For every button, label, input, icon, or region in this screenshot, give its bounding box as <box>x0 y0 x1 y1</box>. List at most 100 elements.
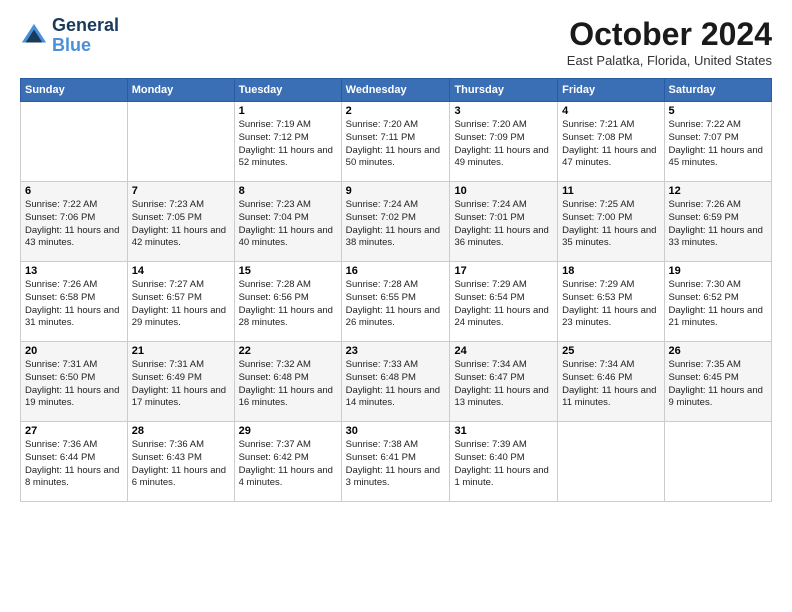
day-number: 14 <box>132 265 230 277</box>
calendar-cell: 13Sunrise: 7:26 AM Sunset: 6:58 PM Dayli… <box>21 262 128 342</box>
day-info: Sunrise: 7:38 AM Sunset: 6:41 PM Dayligh… <box>346 439 446 490</box>
calendar-cell: 29Sunrise: 7:37 AM Sunset: 6:42 PM Dayli… <box>234 422 341 502</box>
day-number: 17 <box>454 265 553 277</box>
day-info: Sunrise: 7:31 AM Sunset: 6:50 PM Dayligh… <box>25 359 123 410</box>
day-number: 6 <box>25 185 123 197</box>
calendar-cell: 2Sunrise: 7:20 AM Sunset: 7:11 PM Daylig… <box>341 102 450 182</box>
day-info: Sunrise: 7:23 AM Sunset: 7:05 PM Dayligh… <box>132 199 230 250</box>
calendar-week-1: 1 Sunrise: 7:19 AM Sunset: 7:12 PM Daylig… <box>21 102 772 182</box>
calendar-cell: 14 Sunrise: 7:27 AM Sunset: 6:57 PM Dayli… <box>127 262 234 342</box>
calendar-cell: 19Sunrise: 7:30 AM Sunset: 6:52 PM Dayli… <box>664 262 771 342</box>
day-number: 10 <box>454 185 553 197</box>
calendar-cell: 22 Sunrise: 7:32 AM Sunset: 6:48 PM Dayli… <box>234 342 341 422</box>
calendar-cell: 25 Sunrise: 7:34 AM Sunset: 6:46 PM Dayli… <box>558 342 664 422</box>
day-number: 22 <box>239 345 337 357</box>
day-info: Sunrise: 7:32 AM Sunset: 6:48 PM Dayligh… <box>239 359 337 410</box>
logo-icon <box>20 22 48 50</box>
day-info: Sunrise: 7:34 AM Sunset: 6:46 PM Dayligh… <box>562 359 659 410</box>
logo-line1: General <box>52 15 119 35</box>
day-info: Sunrise: 7:24 AM Sunset: 7:02 PM Dayligh… <box>346 199 446 250</box>
weekday-header-wednesday: Wednesday <box>341 79 450 102</box>
page: General Blue October 2024 East Palatka, … <box>0 0 792 612</box>
weekday-header-tuesday: Tuesday <box>234 79 341 102</box>
day-info: Sunrise: 7:29 AM Sunset: 6:53 PM Dayligh… <box>562 279 659 330</box>
day-number: 29 <box>239 425 337 437</box>
day-number: 15 <box>239 265 337 277</box>
day-info: Sunrise: 7:20 AM Sunset: 7:11 PM Dayligh… <box>346 119 446 170</box>
calendar-cell: 3 Sunrise: 7:20 AM Sunset: 7:09 PM Daylig… <box>450 102 558 182</box>
weekday-header-thursday: Thursday <box>450 79 558 102</box>
day-info: Sunrise: 7:24 AM Sunset: 7:01 PM Dayligh… <box>454 199 553 250</box>
logo-line2: Blue <box>52 36 119 56</box>
day-info: Sunrise: 7:23 AM Sunset: 7:04 PM Dayligh… <box>239 199 337 250</box>
calendar-cell: 24 Sunrise: 7:34 AM Sunset: 6:47 PM Dayli… <box>450 342 558 422</box>
calendar-header-row: SundayMondayTuesdayWednesdayThursdayFrid… <box>21 79 772 102</box>
day-info: Sunrise: 7:22 AM Sunset: 7:07 PM Dayligh… <box>669 119 767 170</box>
calendar-cell: 30 Sunrise: 7:38 AM Sunset: 6:41 PM Dayli… <box>341 422 450 502</box>
day-number: 5 <box>669 105 767 117</box>
calendar-cell: 20Sunrise: 7:31 AM Sunset: 6:50 PM Dayli… <box>21 342 128 422</box>
day-info: Sunrise: 7:26 AM Sunset: 6:58 PM Dayligh… <box>25 279 123 330</box>
calendar-cell: 27Sunrise: 7:36 AM Sunset: 6:44 PM Dayli… <box>21 422 128 502</box>
calendar-cell: 23 Sunrise: 7:33 AM Sunset: 6:48 PM Dayli… <box>341 342 450 422</box>
day-info: Sunrise: 7:22 AM Sunset: 7:06 PM Dayligh… <box>25 199 123 250</box>
day-info: Sunrise: 7:33 AM Sunset: 6:48 PM Dayligh… <box>346 359 446 410</box>
day-number: 1 <box>239 105 337 117</box>
logo-text: General Blue <box>52 16 119 56</box>
calendar-cell: 8 Sunrise: 7:23 AM Sunset: 7:04 PM Daylig… <box>234 182 341 262</box>
calendar-cell: 12 Sunrise: 7:26 AM Sunset: 6:59 PM Dayli… <box>664 182 771 262</box>
calendar-week-4: 20Sunrise: 7:31 AM Sunset: 6:50 PM Dayli… <box>21 342 772 422</box>
day-number: 30 <box>346 425 446 437</box>
day-info: Sunrise: 7:26 AM Sunset: 6:59 PM Dayligh… <box>669 199 767 250</box>
weekday-header-monday: Monday <box>127 79 234 102</box>
day-info: Sunrise: 7:28 AM Sunset: 6:56 PM Dayligh… <box>239 279 337 330</box>
day-number: 9 <box>346 185 446 197</box>
day-number: 16 <box>346 265 446 277</box>
month-title: October 2024 <box>567 16 772 53</box>
calendar-cell <box>127 102 234 182</box>
day-info: Sunrise: 7:28 AM Sunset: 6:55 PM Dayligh… <box>346 279 446 330</box>
day-number: 8 <box>239 185 337 197</box>
weekday-header-sunday: Sunday <box>21 79 128 102</box>
day-info: Sunrise: 7:39 AM Sunset: 6:40 PM Dayligh… <box>454 439 553 490</box>
calendar-cell: 18 Sunrise: 7:29 AM Sunset: 6:53 PM Dayli… <box>558 262 664 342</box>
calendar-cell: 6 Sunrise: 7:22 AM Sunset: 7:06 PM Daylig… <box>21 182 128 262</box>
day-info: Sunrise: 7:25 AM Sunset: 7:00 PM Dayligh… <box>562 199 659 250</box>
calendar-cell: 7Sunrise: 7:23 AM Sunset: 7:05 PM Daylig… <box>127 182 234 262</box>
calendar-cell <box>21 102 128 182</box>
day-info: Sunrise: 7:21 AM Sunset: 7:08 PM Dayligh… <box>562 119 659 170</box>
day-number: 28 <box>132 425 230 437</box>
location: East Palatka, Florida, United States <box>567 53 772 68</box>
day-info: Sunrise: 7:35 AM Sunset: 6:45 PM Dayligh… <box>669 359 767 410</box>
logo: General Blue <box>20 16 119 56</box>
day-number: 12 <box>669 185 767 197</box>
day-info: Sunrise: 7:34 AM Sunset: 6:47 PM Dayligh… <box>454 359 553 410</box>
calendar-week-3: 13Sunrise: 7:26 AM Sunset: 6:58 PM Dayli… <box>21 262 772 342</box>
day-info: Sunrise: 7:36 AM Sunset: 6:43 PM Dayligh… <box>132 439 230 490</box>
weekday-header-friday: Friday <box>558 79 664 102</box>
day-info: Sunrise: 7:20 AM Sunset: 7:09 PM Dayligh… <box>454 119 553 170</box>
calendar-cell: 31Sunrise: 7:39 AM Sunset: 6:40 PM Dayli… <box>450 422 558 502</box>
day-number: 24 <box>454 345 553 357</box>
calendar-table: SundayMondayTuesdayWednesdayThursdayFrid… <box>20 78 772 502</box>
calendar-cell: 26 Sunrise: 7:35 AM Sunset: 6:45 PM Dayli… <box>664 342 771 422</box>
calendar-cell: 5 Sunrise: 7:22 AM Sunset: 7:07 PM Daylig… <box>664 102 771 182</box>
day-info: Sunrise: 7:31 AM Sunset: 6:49 PM Dayligh… <box>132 359 230 410</box>
calendar-cell: 4Sunrise: 7:21 AM Sunset: 7:08 PM Daylig… <box>558 102 664 182</box>
day-number: 11 <box>562 185 659 197</box>
calendar-cell: 17 Sunrise: 7:29 AM Sunset: 6:54 PM Dayli… <box>450 262 558 342</box>
day-info: Sunrise: 7:19 AM Sunset: 7:12 PM Dayligh… <box>239 119 337 170</box>
day-number: 21 <box>132 345 230 357</box>
day-info: Sunrise: 7:29 AM Sunset: 6:54 PM Dayligh… <box>454 279 553 330</box>
calendar-cell: 15 Sunrise: 7:28 AM Sunset: 6:56 PM Dayli… <box>234 262 341 342</box>
day-number: 26 <box>669 345 767 357</box>
day-info: Sunrise: 7:27 AM Sunset: 6:57 PM Dayligh… <box>132 279 230 330</box>
day-number: 18 <box>562 265 659 277</box>
weekday-header-saturday: Saturday <box>664 79 771 102</box>
day-number: 3 <box>454 105 553 117</box>
day-number: 25 <box>562 345 659 357</box>
day-number: 23 <box>346 345 446 357</box>
day-number: 27 <box>25 425 123 437</box>
calendar-cell: 9 Sunrise: 7:24 AM Sunset: 7:02 PM Daylig… <box>341 182 450 262</box>
calendar-week-2: 6 Sunrise: 7:22 AM Sunset: 7:06 PM Daylig… <box>21 182 772 262</box>
